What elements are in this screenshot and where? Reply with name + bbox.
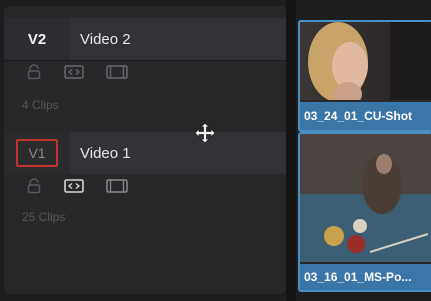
track-label-v1[interactable]: V1 bbox=[16, 139, 58, 167]
clip-thumbnail bbox=[300, 134, 431, 262]
clip-count-v1: 25 Clips bbox=[22, 210, 66, 224]
track-display-icon[interactable] bbox=[106, 178, 128, 194]
track-label-v1-container[interactable]: V1 bbox=[4, 132, 70, 174]
clip-count-v2: 4 Clips bbox=[22, 98, 59, 112]
lock-icon[interactable] bbox=[26, 64, 42, 80]
auto-select-icon[interactable] bbox=[64, 64, 84, 80]
clip-name: 03_16_01_MS-Po... bbox=[300, 264, 431, 290]
timeline-clip[interactable]: 03_16_01_MS-Po... bbox=[298, 132, 431, 292]
track-label-v2[interactable]: V2 bbox=[4, 18, 70, 60]
clip-thumbnail bbox=[300, 22, 431, 100]
move-cursor-icon bbox=[194, 122, 216, 144]
lock-icon[interactable] bbox=[26, 178, 42, 194]
clip-name: 03_24_01_CU-Shot bbox=[300, 102, 431, 130]
auto-select-icon[interactable] bbox=[64, 178, 84, 194]
timeline-clip[interactable]: 03_24_01_CU-Shot bbox=[298, 20, 431, 132]
track-name-v2[interactable]: Video 2 bbox=[70, 18, 286, 60]
track-controls-v1 bbox=[26, 178, 128, 194]
track-name-v1[interactable]: Video 1 bbox=[70, 132, 286, 174]
track-display-icon[interactable] bbox=[106, 64, 128, 80]
track-header-v1[interactable]: V1 Video 1 bbox=[4, 132, 286, 174]
track-header-v2[interactable]: V2 Video 2 bbox=[4, 18, 286, 60]
timeline-editor: V2 Video 2 4 Clips V1 Video 1 25 Clips 0… bbox=[0, 0, 431, 301]
divider bbox=[4, 60, 286, 61]
track-controls-v2 bbox=[26, 64, 128, 80]
panel-divider[interactable] bbox=[286, 0, 296, 301]
